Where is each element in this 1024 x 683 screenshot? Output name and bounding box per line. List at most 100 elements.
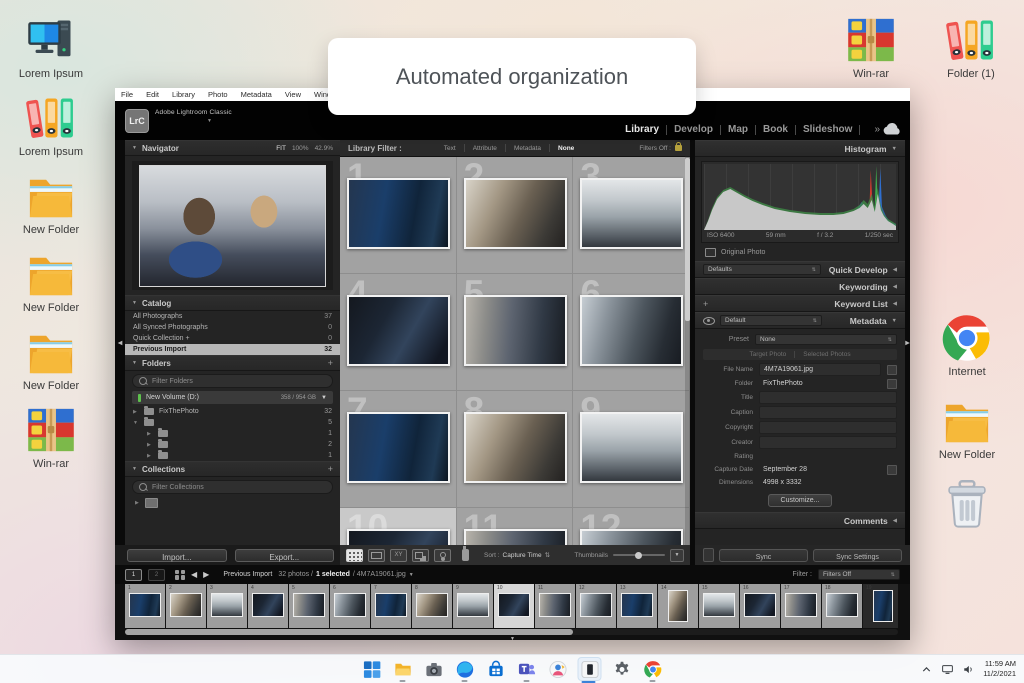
next-photo-icon[interactable]: ▶: [203, 570, 209, 579]
desktop-icon-new-folder[interactable]: New Folder: [928, 395, 1006, 461]
module-book[interactable]: Book: [763, 124, 788, 135]
metadata-field-value[interactable]: [759, 421, 897, 434]
menu-file[interactable]: File: [121, 90, 133, 99]
filmstrip-thumb-3[interactable]: 3: [207, 584, 247, 628]
add-keyword-icon[interactable]: +: [703, 299, 708, 309]
catalog-item[interactable]: Quick Collection + 0: [125, 333, 340, 344]
grid-cell-4[interactable]: 4: [340, 274, 457, 391]
grid-cell-1[interactable]: 1: [340, 157, 457, 274]
tab-selected-photos[interactable]: Selected Photos: [803, 351, 850, 358]
grid-photo-thumbnail[interactable]: [580, 529, 684, 545]
expand-arrow-icon[interactable]: ▶: [135, 500, 139, 506]
catalog-item[interactable]: All Synced Photographs 0: [125, 322, 340, 333]
volume-icon[interactable]: [962, 663, 975, 676]
filmstrip-thumb-8[interactable]: 8: [412, 584, 452, 628]
left-panel-collapse-strip[interactable]: ◀: [115, 140, 125, 545]
network-icon[interactable]: [941, 663, 954, 676]
metadata-preset-dropdown[interactable]: None ⇅: [755, 334, 897, 345]
filmstrip-thumb-11[interactable]: 11: [535, 584, 575, 628]
folder-row[interactable]: ▶ FixThePhoto 32: [125, 406, 340, 417]
add-collection-icon[interactable]: +: [328, 464, 333, 474]
taskbar-start-icon[interactable]: [361, 658, 383, 680]
filmstrip-thumb-17[interactable]: 17: [781, 584, 821, 628]
taskbar-chrome-icon[interactable]: [642, 658, 664, 682]
module-map[interactable]: Map: [728, 124, 748, 135]
compare-view-icon[interactable]: [390, 548, 407, 562]
desktop-icon-trash-icon[interactable]: [928, 478, 1006, 530]
filter-option-metadata[interactable]: Metadata: [506, 145, 549, 152]
desktop-icon-lorem-ipsum[interactable]: Lorem Ipsum: [12, 92, 90, 158]
expand-arrow-icon[interactable]: ▶: [147, 453, 153, 459]
expand-arrow-icon[interactable]: ▶: [147, 442, 153, 448]
filmstrip-thumb-5[interactable]: 5: [289, 584, 329, 628]
metadata-field-value[interactable]: [759, 451, 897, 462]
zoom-fit[interactable]: FIT: [276, 145, 286, 152]
metadata-field-value[interactable]: 4M7A19061.jpg: [759, 363, 881, 376]
collapse-triangle-icon[interactable]: ▼: [133, 420, 139, 426]
taskbar-clock[interactable]: 11:59 AM 11/2/2021: [983, 659, 1016, 679]
customize-button[interactable]: Customize...: [767, 494, 833, 507]
desktop-icon-new-folder[interactable]: New Folder: [12, 326, 90, 392]
grid-photo-thumbnail[interactable]: [347, 529, 450, 545]
menu-edit[interactable]: Edit: [146, 90, 159, 99]
grid-cell-3[interactable]: 3: [573, 157, 690, 274]
keywording-header[interactable]: Keywording ◀: [695, 278, 905, 295]
module-slideshow[interactable]: Slideshow: [803, 124, 852, 135]
taskbar-teams-icon[interactable]: [516, 658, 538, 682]
grid-photo-thumbnail[interactable]: [347, 412, 450, 483]
filmstrip-thumb-10[interactable]: 10: [494, 584, 534, 628]
folder-row[interactable]: ▶ 1: [125, 428, 340, 439]
sync-button[interactable]: Sync: [719, 548, 808, 562]
loupe-view-icon[interactable]: [368, 548, 385, 562]
filmstrip-source[interactable]: Previous Import: [223, 571, 272, 578]
metadata-field-value[interactable]: FixThePhoto: [759, 378, 881, 389]
menu-photo[interactable]: Photo: [208, 90, 228, 99]
quick-develop-preset-dropdown[interactable]: Defaults ⇅: [703, 264, 821, 275]
catalog-header[interactable]: ▼ Catalog: [125, 295, 340, 311]
filmstrip-status[interactable]: 32 photos / 1 selected / 4M7A19061.jpg ▼: [278, 571, 413, 578]
chevron-down-icon[interactable]: ▼: [207, 118, 212, 124]
zoom-custom[interactable]: 42.9%: [315, 145, 333, 152]
desktop-icon-folder-1-[interactable]: Folder (1): [932, 14, 1010, 80]
filmstrip-thumb-4[interactable]: 4: [248, 584, 288, 628]
grid-photo-thumbnail[interactable]: [347, 295, 450, 366]
collections-header[interactable]: ▼ Collections +: [125, 461, 340, 477]
filter-collections-input[interactable]: Filter Collections: [132, 480, 333, 494]
filmstrip-thumb-9[interactable]: 9: [453, 584, 493, 628]
sort-control[interactable]: Sort : Capture Time ⇅: [484, 551, 550, 560]
filter-option-attribute[interactable]: Attribute: [465, 145, 505, 152]
sync-toggle-icon[interactable]: [703, 548, 714, 562]
filmstrip-thumb-16[interactable]: 16: [740, 584, 780, 628]
module-develop[interactable]: Develop: [674, 124, 713, 135]
grid-photo-thumbnail[interactable]: [580, 295, 684, 366]
sync-settings-button[interactable]: Sync Settings: [813, 548, 902, 562]
add-folder-icon[interactable]: +: [328, 358, 333, 368]
module-library[interactable]: Library: [625, 124, 659, 135]
menu-view[interactable]: View: [285, 90, 301, 99]
grid-photo-thumbnail[interactable]: [463, 295, 567, 366]
modules-overflow-icon[interactable]: »: [874, 124, 880, 135]
metadata-field-value[interactable]: [759, 436, 897, 449]
keyword-list-header[interactable]: + Keyword List ◀: [695, 295, 905, 312]
thumbnail-size-slider[interactable]: [613, 551, 665, 559]
menu-metadata[interactable]: Metadata: [241, 90, 272, 99]
desktop-icon-win-rar[interactable]: Win-rar: [12, 404, 90, 470]
previous-photo-icon[interactable]: ◀: [191, 570, 197, 579]
filmstrip-scrollbar[interactable]: [125, 629, 898, 635]
grid-photo-thumbnail[interactable]: [463, 529, 567, 545]
navigator-header[interactable]: ▼ Navigator FIT 100% 42.9%: [125, 140, 340, 156]
filmstrip-thumb-7[interactable]: 7: [371, 584, 411, 628]
taskbar-lightroom-icon[interactable]: [577, 657, 602, 683]
taskbar-edge-icon[interactable]: [454, 658, 476, 682]
survey-view-icon[interactable]: [412, 548, 429, 562]
grid-cell-10[interactable]: 10: [340, 508, 457, 545]
metadata-action-icon[interactable]: [887, 378, 897, 389]
painter-spray-icon[interactable]: [462, 546, 469, 561]
filmstrip-thumb-13[interactable]: 13: [617, 584, 657, 628]
folder-row[interactable]: ▶ 1: [125, 450, 340, 461]
quick-develop-header[interactable]: Defaults ⇅ Quick Develop ◀: [695, 261, 905, 278]
grid-photo-thumbnail[interactable]: [580, 412, 684, 483]
taskbar-store-icon[interactable]: [485, 658, 507, 680]
collection-row[interactable]: ▶: [125, 497, 340, 509]
desktop-icon-new-folder[interactable]: New Folder: [12, 170, 90, 236]
